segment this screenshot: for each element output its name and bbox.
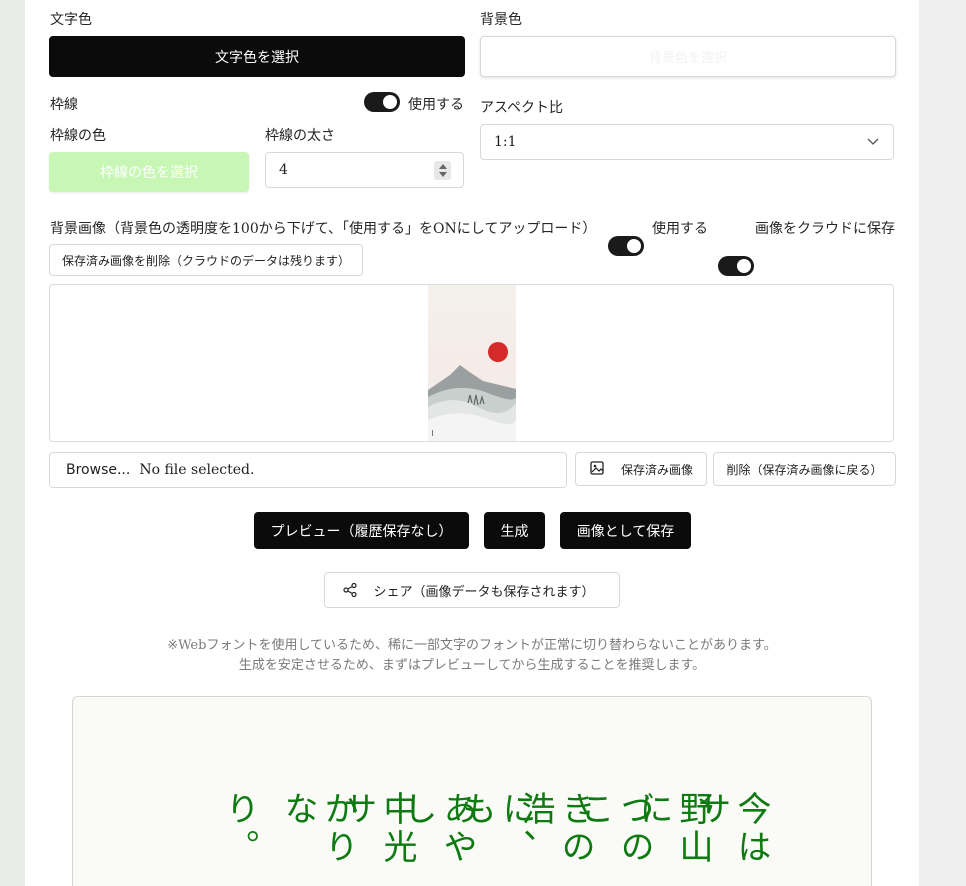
share-label: シェア（画像データも保存されます） bbox=[373, 584, 595, 600]
text-color-label: 文字色 bbox=[50, 12, 92, 28]
border-toggle[interactable] bbox=[364, 92, 400, 112]
bg-color-button[interactable]: 背景色を選択 bbox=[480, 36, 896, 77]
share-icon bbox=[343, 583, 357, 597]
file-status: No file selected. bbox=[139, 462, 255, 478]
border-toggle-label: 使用する bbox=[408, 97, 464, 113]
border-color-label: 枠線の色 bbox=[50, 128, 106, 144]
delete-revert-button[interactable]: 削除（保存済み画像に戻る） bbox=[713, 452, 896, 486]
preview-button[interactable]: プレビュー（履歴保存なし） bbox=[254, 512, 469, 549]
border-width-value: 4 bbox=[279, 162, 288, 178]
page-scroll-gutter bbox=[919, 0, 966, 886]
cloud-save-label: 画像をクラウドに保存 bbox=[755, 221, 895, 237]
generated-card: 今はサ 野山に づのこ きの浩 に、も あやし 中光サ かりな り。 bbox=[72, 696, 872, 886]
vertical-text-column: かりな bbox=[278, 791, 358, 867]
aspect-select[interactable]: 1:1 bbox=[480, 124, 894, 160]
aspect-label: アスペクト比 bbox=[480, 100, 564, 116]
aspect-selected-value: 1:1 bbox=[494, 134, 517, 150]
border-label: 枠線 bbox=[50, 97, 78, 113]
file-input[interactable]: Browse... No file selected. bbox=[49, 452, 567, 488]
settings-panel: 文字色 文字色を選択 背景色 背景色を選択 枠線 使用する アスペクト比 1:1… bbox=[25, 0, 919, 886]
saved-image-button[interactable]: 保存済み画像 bbox=[575, 452, 707, 486]
preview-note: 生成を安定させるため、まずはプレビューしてから生成することを推奨します。 bbox=[238, 658, 706, 673]
browse-button[interactable]: Browse... bbox=[66, 462, 130, 478]
chevron-down-icon bbox=[867, 138, 879, 145]
font-note: ※Webフォントを使用しているため、稀に一部文字のフォントが正常に切り替わらない… bbox=[167, 638, 777, 653]
text-color-button[interactable]: 文字色を選択 bbox=[49, 36, 465, 77]
save-as-image-button[interactable]: 画像として保存 bbox=[560, 512, 691, 549]
stepper-up-icon[interactable] bbox=[438, 164, 447, 169]
vertical-text-column: り。 bbox=[219, 791, 259, 867]
bg-color-label: 背景色 bbox=[480, 12, 522, 28]
background-thumbnail bbox=[428, 285, 516, 441]
bg-image-use-label: 使用する bbox=[652, 221, 708, 237]
bg-image-label: 背景画像（背景色の透明度を100から下げて、「使用する」をONにしてアップロード… bbox=[50, 221, 597, 237]
number-stepper[interactable] bbox=[434, 161, 451, 180]
saved-image-label: 保存済み画像 bbox=[620, 462, 693, 477]
share-button[interactable]: シェア（画像データも保存されます） bbox=[324, 572, 620, 608]
bg-image-use-toggle[interactable] bbox=[608, 236, 644, 256]
border-width-label: 枠線の太さ bbox=[265, 128, 335, 144]
border-color-button[interactable]: 枠線の色を選択 bbox=[49, 152, 249, 192]
image-preview-box bbox=[49, 284, 894, 442]
image-icon bbox=[590, 461, 604, 475]
generate-button[interactable]: 生成 bbox=[484, 512, 545, 549]
delete-saved-image-button[interactable]: 保存済み画像を削除（クラウドのデータは残ります） bbox=[49, 244, 363, 276]
stepper-down-icon[interactable] bbox=[438, 172, 447, 177]
cloud-save-toggle[interactable] bbox=[718, 256, 754, 276]
border-width-input[interactable]: 4 bbox=[265, 152, 464, 188]
